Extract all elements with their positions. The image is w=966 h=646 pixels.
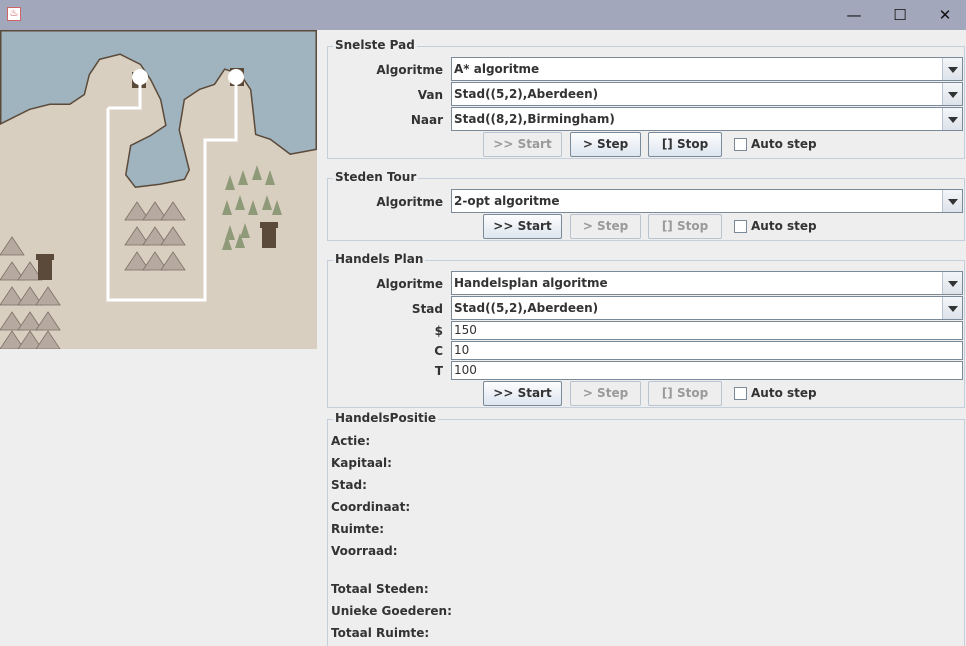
kapitaal-label: Kapitaal: <box>331 456 392 470</box>
handels-plan-algoritme-combo[interactable]: Handelsplan algoritme <box>451 271 963 295</box>
actie-label: Actie: <box>331 434 371 448</box>
combo-value: 2-opt algoritme <box>454 194 560 208</box>
close-button[interactable]: ✕ <box>922 0 966 30</box>
maximize-icon: ☐ <box>893 6 907 24</box>
steden-tour-panel: Steden Tour Algoritme 2-opt algoritme >>… <box>327 170 965 241</box>
algoritme-label: Algoritme <box>376 195 443 209</box>
naar-combo[interactable]: Stad((8,2),Birmingham) <box>451 107 963 131</box>
unieke-goederen-label: Unieke Goederen: <box>331 604 452 618</box>
map-canvas[interactable] <box>0 30 317 349</box>
chevron-down-icon[interactable] <box>942 297 962 319</box>
algoritme-label: Algoritme <box>376 63 443 77</box>
dollar-input[interactable]: 150 <box>451 321 963 340</box>
snelste-pad-title: Snelste Pad <box>333 38 417 52</box>
handels-positie-panel: HandelsPositie Actie: Kapitaal: Stad: Co… <box>327 411 965 646</box>
handels-plan-title: Handels Plan <box>333 252 426 266</box>
totaal-ruimte-label: Totaal Ruimte: <box>331 626 430 640</box>
steden-tour-stop-button[interactable]: [] Stop <box>648 214 722 239</box>
stad-label: Stad <box>411 302 443 316</box>
steden-tour-auto-step-checkbox[interactable] <box>734 220 747 233</box>
steden-tour-step-button[interactable]: > Step <box>570 214 641 239</box>
handels-plan-stop-button[interactable]: [] Stop <box>648 381 722 406</box>
auto-step-label: Auto step <box>751 137 817 151</box>
handels-plan-auto-step-checkbox[interactable] <box>734 387 747 400</box>
chevron-down-icon[interactable] <box>942 190 962 212</box>
combo-value: Stad((8,2),Birmingham) <box>454 112 615 126</box>
t-input[interactable]: 100 <box>451 361 963 380</box>
combo-value: A* algoritme <box>454 62 540 76</box>
snelste-pad-auto-step-checkbox[interactable] <box>734 138 747 151</box>
ruimte-label: Ruimte: <box>331 522 385 536</box>
stad-combo[interactable]: Stad((5,2),Aberdeen) <box>451 296 963 320</box>
coordinaat-label: Coordinaat: <box>331 500 411 514</box>
snelste-pad-stop-button[interactable]: [] Stop <box>648 132 722 157</box>
c-label: C <box>434 344 443 358</box>
van-combo[interactable]: Stad((5,2),Aberdeen) <box>451 82 963 106</box>
c-input[interactable]: 10 <box>451 341 963 360</box>
combo-value: Stad((5,2),Aberdeen) <box>454 301 599 315</box>
handels-plan-step-button[interactable]: > Step <box>570 381 641 406</box>
stad-label: Stad: <box>331 478 367 492</box>
steden-tour-algoritme-combo[interactable]: 2-opt algoritme <box>451 189 963 213</box>
snelste-pad-start-button[interactable]: >> Start <box>483 132 562 157</box>
van-label: Van <box>417 88 443 102</box>
voorraad-label: Voorraad: <box>331 544 398 558</box>
t-label: T <box>434 364 443 378</box>
close-icon: ✕ <box>938 6 952 24</box>
combo-value: Handelsplan algoritme <box>454 276 608 290</box>
steden-tour-start-button[interactable]: >> Start <box>483 214 562 239</box>
chevron-down-icon[interactable] <box>942 83 962 105</box>
snelste-pad-step-button[interactable]: > Step <box>570 132 641 157</box>
algoritme-label: Algoritme <box>376 277 443 291</box>
map-graphic <box>0 30 317 349</box>
chevron-down-icon[interactable] <box>942 58 962 80</box>
combo-value: Stad((5,2),Aberdeen) <box>454 87 599 101</box>
java-app-icon: ♨ <box>7 7 21 21</box>
handels-plan-panel: Handels Plan Algoritme Handelsplan algor… <box>327 252 965 408</box>
title-bar: ♨ — ☐ ✕ <box>0 0 966 30</box>
dollar-label: $ <box>434 324 443 338</box>
totaal-steden-label: Totaal Steden: <box>331 582 429 596</box>
snelste-pad-algoritme-combo[interactable]: A* algoritme <box>451 57 963 81</box>
snelste-pad-panel: Snelste Pad Algoritme A* algoritme Van S… <box>327 38 965 159</box>
chevron-down-icon[interactable] <box>942 272 962 294</box>
chevron-down-icon[interactable] <box>942 108 962 130</box>
maximize-button[interactable]: ☐ <box>877 0 923 30</box>
auto-step-label: Auto step <box>751 386 817 400</box>
auto-step-label: Auto step <box>751 219 817 233</box>
naar-label: Naar <box>410 113 443 127</box>
minimize-icon: — <box>846 6 862 24</box>
handels-plan-start-button[interactable]: >> Start <box>483 381 562 406</box>
minimize-button[interactable]: — <box>831 0 877 30</box>
handels-positie-title: HandelsPositie <box>333 411 438 425</box>
steden-tour-title: Steden Tour <box>333 170 419 184</box>
